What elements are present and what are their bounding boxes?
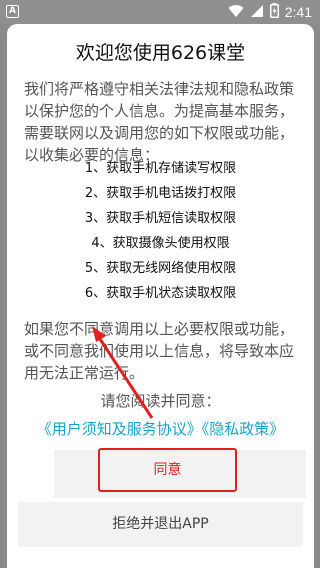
warning-text: 如果您不同意调用以上必要权限或功能，或不同意我们使用以上信息，将导致本应用无法正… <box>24 320 295 382</box>
privacy-policy-link[interactable]: 《隐私政策》 <box>202 420 285 438</box>
permission-item: 3、获取手机短信读取权限 <box>84 211 237 226</box>
permission-item: 6、获取手机状态读取权限 <box>84 286 237 301</box>
permission-list: 1、获取手机存储读写权限 2、获取手机电话拨打权限 3、获取手机短信读取权限 4… <box>7 156 314 306</box>
clock: 2:41 <box>284 4 312 20</box>
intro-text: 我们将严格遵守相关法律法规和隐私政策以保护您的个人信息。为提高基本服务，需要联网… <box>24 80 295 164</box>
reject-and-exit-button[interactable]: 拒绝并退出APP <box>18 502 303 547</box>
dialog-title: 欢迎您使用626课堂 <box>75 42 246 64</box>
wifi-icon <box>228 3 244 22</box>
permission-item: 4、获取摄像头使用权限 <box>91 236 230 251</box>
app-notification-icon: A <box>6 5 19 18</box>
permission-item: 1、获取手机存储读写权限 <box>84 161 237 176</box>
permission-item: 2、获取手机电话拨打权限 <box>84 186 237 201</box>
policy-links: 《用户须知及服务协议》《隐私政策》 <box>7 418 314 439</box>
permission-item: 5、获取无线网络使用权限 <box>84 261 237 276</box>
user-agreement-link[interactable]: 《用户须知及服务协议》 <box>37 420 202 438</box>
privacy-dialog: 欢迎您使用626课堂 我们将严格遵守相关法律法规和隐私政策以保护您的个人信息。为… <box>7 24 314 568</box>
status-bar: A 2:41 <box>0 0 320 24</box>
read-prompt: 请您阅读并同意： <box>100 392 221 410</box>
battery-icon <box>269 2 279 22</box>
agree-button[interactable]: 同意 <box>98 448 237 492</box>
signal-icon <box>250 3 264 22</box>
